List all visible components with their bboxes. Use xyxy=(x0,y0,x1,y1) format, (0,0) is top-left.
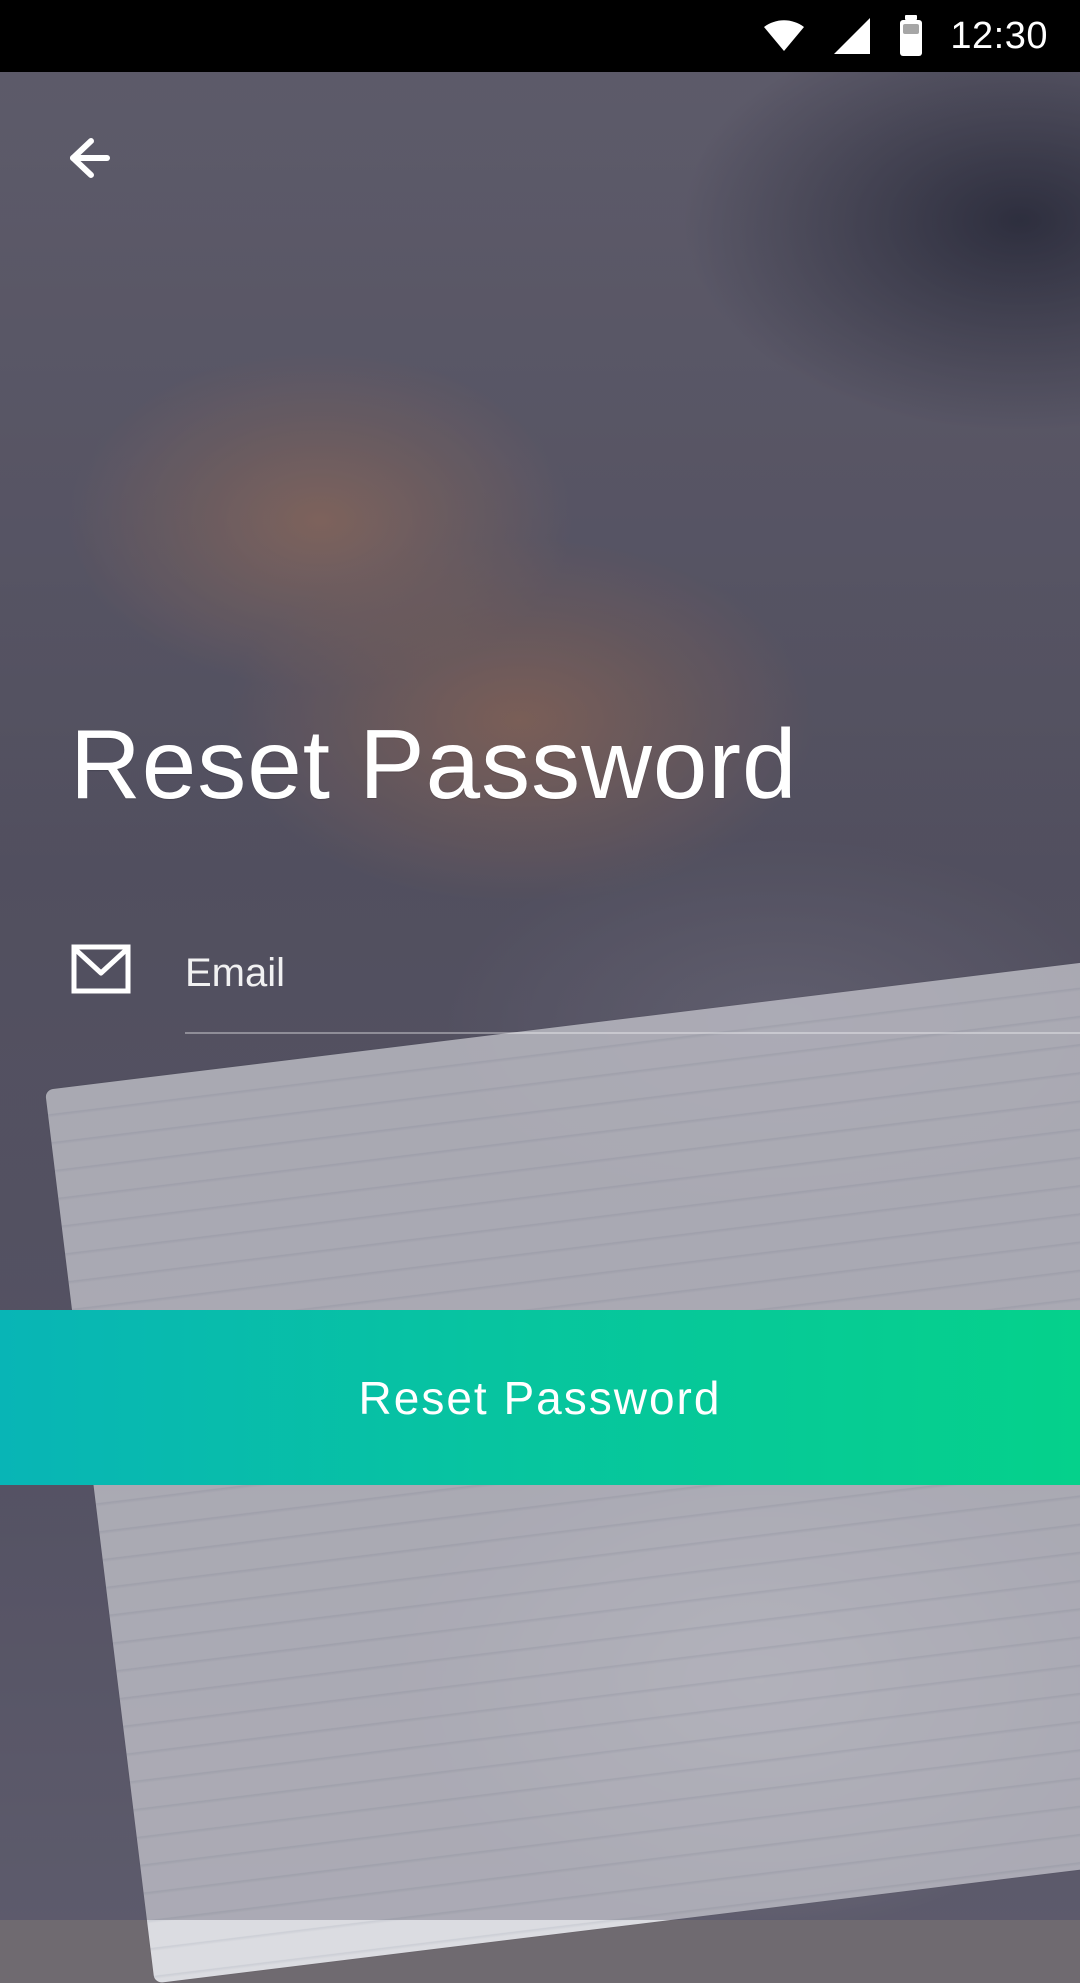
wifi-icon xyxy=(762,16,806,56)
arrow-left-icon xyxy=(57,131,111,190)
status-bar: 12:30 xyxy=(0,0,1080,72)
back-button[interactable] xyxy=(52,128,116,192)
status-time: 12:30 xyxy=(950,15,1048,57)
mail-icon xyxy=(70,942,132,996)
reset-password-button[interactable]: Reset Password xyxy=(0,1310,1080,1485)
page-title: Reset Password xyxy=(70,709,798,819)
cellular-signal-icon xyxy=(832,16,872,56)
email-underline xyxy=(185,1032,1080,1034)
email-field xyxy=(70,938,1080,1034)
email-input[interactable] xyxy=(185,938,1080,1008)
reset-password-button-label: Reset Password xyxy=(358,1371,722,1424)
battery-icon xyxy=(898,15,924,56)
